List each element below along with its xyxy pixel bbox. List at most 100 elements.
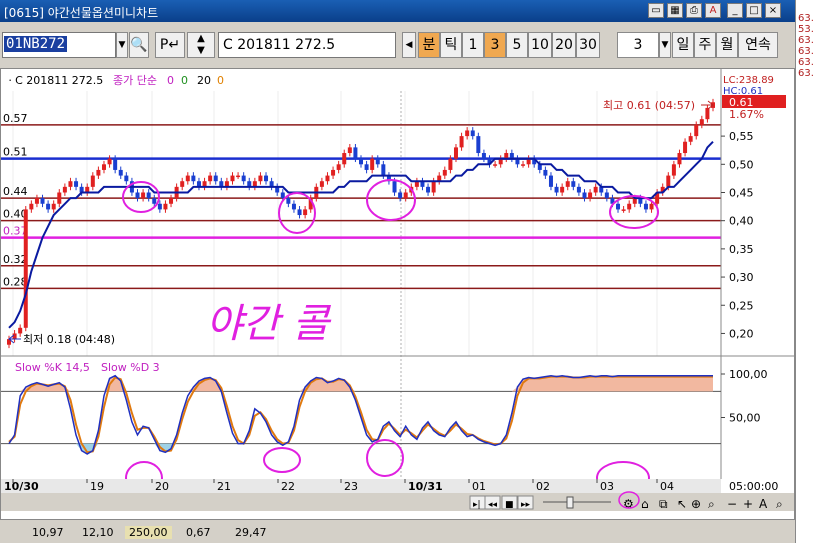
candle-body — [403, 192, 408, 199]
candle-body — [258, 175, 263, 182]
minus-icon[interactable]: − — [727, 497, 737, 511]
cursor-icon[interactable]: ↖ — [677, 497, 687, 511]
background-value: 63. — [798, 57, 814, 68]
stoch-k-label: Slow %K 14,5 — [15, 361, 90, 374]
restore-icon[interactable]: ▭ — [648, 3, 664, 18]
candle-body — [359, 158, 363, 165]
window-title: [0615] 야간선물옵션미니차트 — [4, 6, 159, 20]
period-button-분[interactable]: 분 — [418, 32, 440, 58]
candle-body — [604, 192, 609, 199]
range-button-연속[interactable]: 연속 — [738, 32, 778, 58]
candle-body — [325, 175, 330, 182]
candle-body — [236, 175, 241, 178]
candle-body — [375, 158, 380, 165]
period-button-20[interactable]: 20 — [552, 32, 576, 58]
candle-body — [213, 175, 218, 182]
print-icon[interactable]: ⎙ — [686, 3, 702, 18]
candle-body — [107, 158, 112, 165]
maximize-icon[interactable]: □ — [746, 3, 762, 18]
period-button-3[interactable]: 3 — [484, 32, 506, 58]
lc-tag: LC:238.89 — [723, 75, 774, 86]
minimize-icon[interactable]: _ — [727, 3, 743, 18]
plus-icon[interactable]: + — [743, 497, 753, 511]
candle-body — [431, 181, 436, 193]
candle-body — [465, 130, 470, 137]
stoch-d-label: Slow %D 3 — [101, 361, 160, 374]
stoch-y-tick-label: 50,00 — [729, 412, 761, 425]
x-tick-label: 19 — [90, 480, 104, 493]
y-tick-label: 0,45 — [729, 186, 754, 199]
period-button-1[interactable]: 1 — [462, 32, 484, 58]
candle-body — [146, 192, 151, 199]
candle-body — [582, 192, 587, 199]
y-tick-label: 0,20 — [729, 327, 754, 340]
candle-body — [683, 141, 688, 154]
background-value: 63. — [798, 35, 814, 46]
magnify-icon[interactable]: ⌕ — [708, 497, 715, 511]
zoom-slider-handle[interactable] — [566, 496, 574, 509]
candle-body — [347, 147, 352, 154]
oversold-fill — [9, 443, 713, 454]
background-value: 63. — [798, 46, 814, 57]
put-toggle-label: P — [159, 37, 169, 53]
period-button-틱[interactable]: 틱 — [440, 32, 462, 58]
period-button-30[interactable]: 30 — [576, 32, 600, 58]
code-dropdown-icon[interactable]: ▼ — [116, 32, 128, 58]
scroll-left-icon[interactable]: ◀ — [402, 32, 416, 58]
candle-body — [303, 209, 308, 216]
candle-body — [593, 186, 598, 193]
candle-body — [185, 175, 190, 182]
alert-icon[interactable]: A — [705, 3, 721, 18]
candle-body — [96, 169, 101, 176]
code-input[interactable]: 01NB272 — [2, 32, 116, 58]
x-tick-label: 23 — [344, 480, 358, 493]
zoom-icon[interactable]: ⌕ — [776, 497, 783, 511]
x-tick-label: 10/30 — [4, 480, 39, 493]
count-dropdown-icon[interactable]: ▼ — [659, 32, 671, 58]
hand-drawn-circle — [278, 192, 316, 234]
candle-body — [74, 181, 79, 187]
y-tick-label: 0,50 — [729, 158, 754, 171]
candle-body — [364, 164, 369, 170]
strike-stepper[interactable]: ▲ ▼ — [187, 32, 215, 58]
period-count-input[interactable]: 3 — [617, 32, 659, 58]
candle-body — [459, 136, 464, 148]
stoch-y-tick-label: 100,00 — [729, 368, 768, 381]
candle-body — [649, 203, 654, 210]
period-button-5[interactable]: 5 — [506, 32, 528, 58]
instrument-name-field[interactable]: C 201811 272.5 — [218, 32, 396, 58]
close-icon[interactable]: × — [765, 3, 781, 18]
chart-area[interactable]: ㆍC 201811 272.5 종가 단순 0 0 20 0 0.57 0.51 0.44 0.… — [0, 68, 795, 520]
candle-body — [23, 209, 28, 328]
search-icon[interactable]: 🔍 — [129, 32, 149, 58]
candle-body — [616, 203, 621, 210]
text-icon[interactable]: A — [759, 497, 768, 511]
candle-body — [180, 181, 185, 187]
candle-body — [40, 198, 45, 204]
status-value: 10,97 — [32, 526, 64, 539]
copy-icon[interactable]: ⧉ — [659, 497, 668, 511]
range-button-주[interactable]: 주 — [694, 32, 716, 58]
range-button-월[interactable]: 월 — [716, 32, 738, 58]
hand-drawn-circle — [366, 179, 416, 221]
rewind-icon: ◂◂ — [488, 500, 498, 510]
price-chart[interactable]: ㆍC 201811 272.5 종가 단순 0 0 20 0 0.570.510.440.… — [1, 69, 794, 519]
tool-icon[interactable]: ⌂ — [641, 497, 649, 511]
candle-body — [470, 130, 475, 137]
background-value: 53. — [798, 24, 814, 35]
candle-body — [699, 119, 704, 125]
candle-body — [560, 186, 565, 193]
candle-body — [157, 203, 162, 210]
period-button-10[interactable]: 10 — [528, 32, 552, 58]
candle-body — [280, 192, 285, 199]
candle-body — [442, 169, 447, 176]
x-tick-label: 01 — [472, 480, 486, 493]
candle-body — [191, 175, 196, 182]
grid-icon[interactable]: ▦ — [667, 3, 683, 18]
range-button-일[interactable]: 일 — [672, 32, 694, 58]
candle-body — [493, 164, 498, 166]
put-toggle-button[interactable]: P↵ — [155, 32, 185, 58]
crosshair-icon[interactable]: ⊕ — [691, 497, 701, 511]
scroll-first-icon: ▸| — [473, 500, 481, 510]
settings-icon[interactable]: ⚙ — [623, 497, 634, 511]
